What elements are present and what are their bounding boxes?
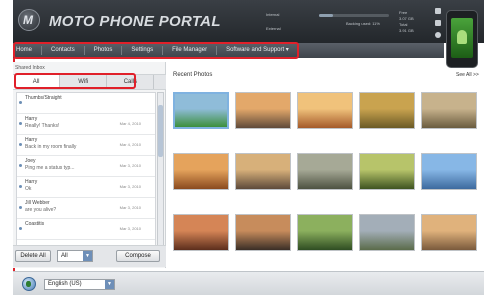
language-select[interactable]: English (US) ▼ — [44, 279, 115, 290]
photo-dusk-sky[interactable] — [235, 92, 291, 129]
see-all-link[interactable]: See All >> — [456, 72, 479, 78]
phone-screen — [451, 18, 473, 58]
message-date: Mar 3, 2010 — [119, 205, 141, 210]
globe-icon — [22, 277, 36, 291]
storage-free-label: Free — [399, 10, 408, 15]
tabs-callout-box — [14, 73, 136, 89]
messages-toolbar: Delete All All ▼ Compose — [13, 245, 166, 267]
photo-daisies[interactable] — [297, 214, 353, 251]
photo-arches[interactable] — [235, 214, 291, 251]
sync-icon[interactable] — [435, 8, 441, 14]
scrollbar-thumb[interactable] — [158, 105, 163, 157]
message-date: Mar 4, 2010 — [119, 142, 141, 147]
menu-callout-box — [13, 42, 299, 59]
message-date: Mar 4, 2010 — [119, 121, 141, 126]
unread-dot — [19, 143, 22, 146]
storage-total-label: Total — [399, 22, 408, 27]
photo-city-sunset[interactable] — [297, 92, 353, 129]
message-row[interactable]: Harry Back in my room finally Mar 4, 2010 — [17, 135, 155, 156]
message-date: Mar 3, 2010 — [119, 184, 141, 189]
recent-photos-title: Recent Photos — [173, 72, 213, 78]
photo-red-canyon[interactable] — [173, 214, 229, 251]
photo-spotted-animal[interactable] — [421, 92, 477, 129]
message-row[interactable]: Harry Really! Thanks! Mar 4, 2010 — [17, 114, 155, 135]
photo-forest-light[interactable] — [359, 153, 415, 190]
message-row[interactable]: Joey Ping me a status typ... Mar 3, 2010 — [17, 156, 155, 177]
message-date: Mar 3, 2010 — [119, 163, 141, 168]
message-list-scrollbar[interactable] — [157, 92, 164, 264]
storage-status: Internal External Backing used: 11% Free… — [266, 8, 436, 38]
status-label-external: External — [266, 26, 281, 31]
settings-icon[interactable] — [435, 20, 441, 26]
unread-dot — [19, 101, 22, 104]
photo-tower-city[interactable] — [235, 153, 291, 190]
unread-dot — [19, 227, 22, 230]
chevron-down-icon: ▼ — [83, 251, 92, 261]
app-title: MOTO PHONE PORTAL — [49, 13, 221, 30]
message-row[interactable]: Coastitis Mar 3, 2010 — [17, 219, 155, 240]
photo-grass-field[interactable] — [359, 92, 415, 129]
compose-button[interactable]: Compose — [116, 250, 160, 262]
unread-dot — [19, 122, 22, 125]
phone-image — [446, 10, 478, 68]
storage-meter-text: Backing used: 11% — [346, 21, 380, 26]
status-label-internal: Internal — [266, 12, 280, 17]
message-row[interactable]: Thumbs/Straight — [17, 93, 155, 114]
unread-dot — [19, 185, 22, 188]
messages-pane: Shared Inbox All Wifi Calls Thumbs/Strai… — [13, 62, 166, 268]
photo-misty-field[interactable] — [297, 153, 353, 190]
photo-sky-clouds[interactable] — [359, 214, 415, 251]
storage-meter — [319, 14, 389, 17]
storage-free-value: 3.07 GB — [399, 16, 414, 21]
photo-android[interactable] — [173, 92, 229, 129]
language-select-value: English (US) — [48, 281, 82, 287]
photo-mountains[interactable] — [421, 214, 477, 251]
photo-desert-arch[interactable] — [173, 153, 229, 190]
message-date: Mar 3, 2010 — [119, 226, 141, 231]
message-row[interactable]: Harry Ok Mar 3, 2010 — [17, 177, 155, 198]
app-header: M MOTO PHONE PORTAL Internal External Ba… — [13, 0, 484, 43]
photo-opera-house[interactable] — [421, 153, 477, 190]
delete-all-button[interactable]: Delete All — [15, 250, 51, 262]
power-icon[interactable] — [435, 32, 441, 38]
storage-meter-fill — [319, 14, 333, 17]
message-filter-select[interactable]: All ▼ — [57, 250, 93, 262]
message-row[interactable]: Jill Webber are you alive? Mar 3, 2010 — [17, 198, 155, 219]
chevron-down-icon: ▼ — [105, 280, 114, 289]
storage-total-value: 3.91 GB — [399, 28, 414, 33]
message-sender: Thumbs/Straight — [25, 95, 62, 101]
unread-dot — [19, 206, 22, 209]
app-footer: English (US) ▼ — [13, 271, 484, 295]
motorola-logo: M — [18, 9, 40, 31]
tab-spacer — [154, 75, 166, 89]
unread-dot — [19, 164, 22, 167]
messages-pane-title: Shared Inbox — [15, 65, 45, 71]
message-list: Thumbs/Straight Harry Really! Thanks! Mar … — [16, 92, 156, 264]
filter-select-value: All — [61, 253, 68, 259]
